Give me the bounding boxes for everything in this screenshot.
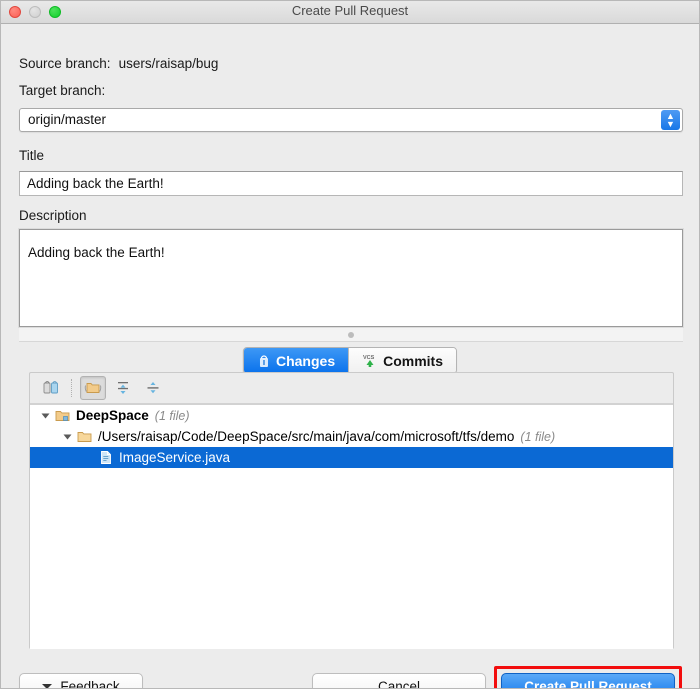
description-textarea[interactable]: Adding back the Earth!: [19, 229, 683, 327]
tree-node-count: (1 file): [149, 409, 190, 423]
show-diff-button[interactable]: [38, 376, 64, 400]
changes-tree[interactable]: DeepSpace (1 file) /Users/raisap/Code/De…: [30, 404, 673, 649]
title-input-value: Adding back the Earth!: [27, 176, 164, 191]
chevron-down-icon[interactable]: [62, 431, 73, 442]
create-pull-request-dialog: Create Pull Request Source branch:users/…: [0, 0, 700, 689]
table-row[interactable]: ImageService.java: [30, 447, 673, 468]
expand-all-button[interactable]: [110, 376, 136, 400]
tree-node-label: /Users/raisap/Code/DeepSpace/src/main/ja…: [98, 429, 514, 444]
changes-toolbar: [30, 373, 673, 404]
feedback-button[interactable]: Feedback: [19, 673, 143, 689]
description-label: Description: [19, 208, 87, 223]
description-value: Adding back the Earth!: [28, 245, 165, 260]
target-branch-label: Target branch:: [19, 83, 105, 98]
splitter[interactable]: [19, 328, 683, 342]
title-label: Title: [19, 148, 44, 163]
create-pull-request-button-label: Create Pull Request: [524, 679, 652, 689]
changes-commits-tabs: Changes VCS Commits: [243, 347, 457, 374]
collapse-all-button[interactable]: [140, 376, 166, 400]
target-branch-value: origin/master: [28, 112, 106, 127]
tab-commits-label: Commits: [383, 353, 443, 369]
cancel-button-label: Cancel: [378, 679, 420, 689]
chevron-down-icon[interactable]: [40, 410, 51, 421]
collapse-all-icon: [144, 379, 162, 397]
tree-node-count: (1 file): [514, 430, 555, 444]
tree-indent-spacer: [84, 452, 95, 463]
vcs-commits-icon: VCS: [362, 353, 378, 368]
tree-node-label: DeepSpace: [76, 408, 149, 423]
tab-commits[interactable]: VCS Commits: [348, 348, 456, 373]
splitter-handle-icon[interactable]: [348, 332, 354, 338]
tab-changes-label: Changes: [276, 353, 335, 369]
tab-changes[interactable]: Changes: [244, 348, 348, 373]
changes-icon: [257, 354, 271, 368]
module-folder-icon: [55, 409, 71, 423]
chevron-updown-icon[interactable]: ▲▼: [661, 110, 680, 130]
changes-panel: DeepSpace (1 file) /Users/raisap/Code/De…: [29, 372, 674, 649]
source-branch-row: Source branch:users/raisap/bug: [19, 56, 218, 71]
table-row[interactable]: /Users/raisap/Code/DeepSpace/src/main/ja…: [30, 426, 673, 447]
folder-icon: [84, 380, 102, 396]
feedback-button-label: Feedback: [60, 679, 119, 689]
titlebar: Create Pull Request: [1, 1, 699, 24]
target-branch-combo[interactable]: origin/master ▲▼: [19, 108, 683, 132]
title-input[interactable]: Adding back the Earth!: [19, 171, 683, 196]
table-row[interactable]: DeepSpace (1 file): [30, 405, 673, 426]
diff-icon: [42, 379, 60, 397]
expand-all-icon: [114, 379, 132, 397]
group-by-directory-button[interactable]: [80, 376, 106, 400]
dialog-body: Source branch:users/raisap/bug Target br…: [1, 24, 699, 689]
folder-icon: [77, 430, 93, 444]
source-branch-value: users/raisap/bug: [111, 56, 219, 71]
svg-text:VCS: VCS: [363, 355, 375, 361]
java-file-icon: [99, 450, 113, 465]
source-branch-label: Source branch:: [19, 56, 111, 71]
create-pull-request-button[interactable]: Create Pull Request: [501, 673, 675, 689]
window-title: Create Pull Request: [1, 3, 699, 18]
chevron-down-icon: [42, 684, 52, 689]
tree-node-label: ImageService.java: [119, 450, 230, 465]
toolbar-separator: [71, 379, 73, 397]
cancel-button[interactable]: Cancel: [312, 673, 486, 689]
